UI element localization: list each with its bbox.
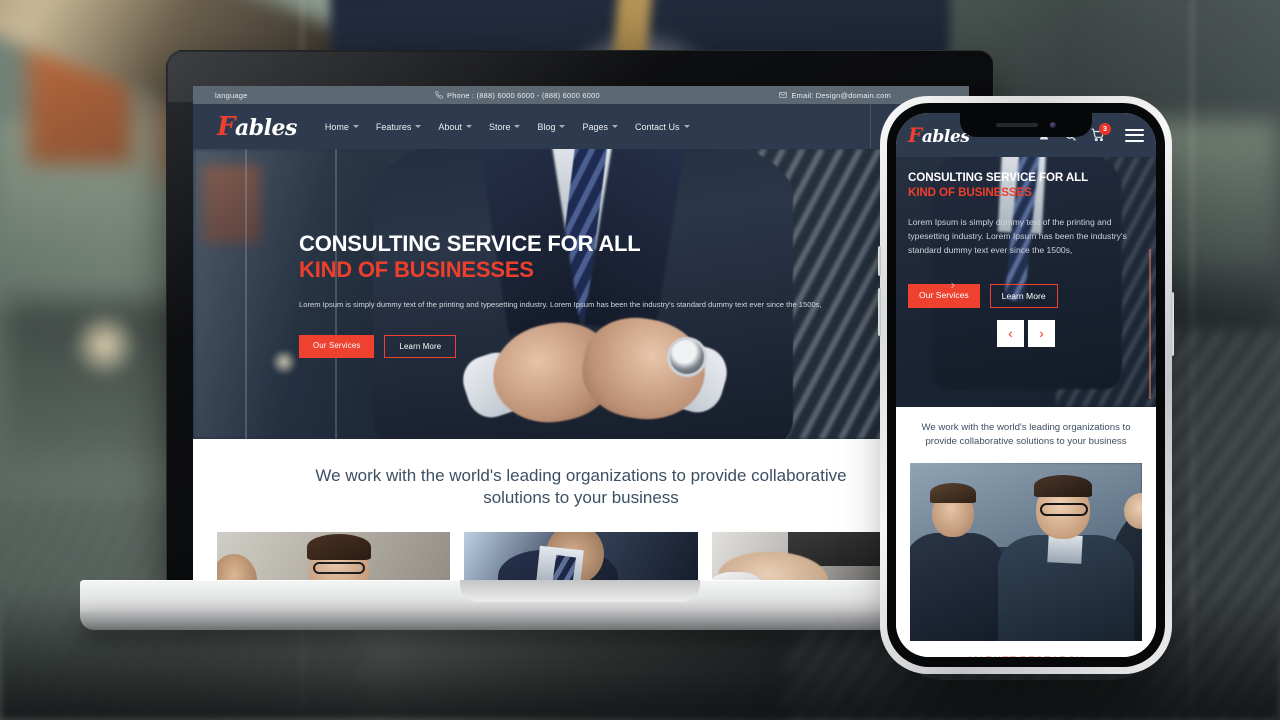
- site-logo[interactable]: Fables: [217, 112, 297, 142]
- mobile-feature-person2-glasses: [1040, 502, 1088, 516]
- our-services-button[interactable]: Our Services: [299, 335, 375, 359]
- laptop-mockup: language Phone : (888) 6000 6000 - (888)…: [80, 50, 1080, 630]
- mobile-carousel-controls: ‹ ›: [908, 319, 1144, 347]
- phone-front-camera-icon: [1050, 122, 1056, 128]
- hero-slider: CONSULTING SERVICE FOR ALL KIND OF BUSIN…: [193, 149, 969, 439]
- chevron-down-icon: [465, 125, 472, 128]
- phone-screen: Fables 3 CONSULTING SERVICE FOR ALL KIND…: [896, 113, 1156, 657]
- phone-speaker-icon: [996, 123, 1038, 127]
- mobile-logo-initial: F: [908, 123, 922, 147]
- desktop-navbar: Fables Home Features About Store Blog Pa…: [193, 104, 969, 149]
- phone-icon: [435, 91, 443, 99]
- phone-mute-switch[interactable]: [878, 246, 881, 276]
- language-selector[interactable]: language: [215, 91, 435, 100]
- mobile-hero-paragraph: Lorem Ipsum is simply dummy text of the …: [908, 217, 1127, 255]
- mobile-feature-image[interactable]: [910, 462, 1142, 641]
- nav-item-contact-us[interactable]: Contact Us: [635, 122, 690, 132]
- mobile-feature-person2-hair: [1034, 474, 1092, 497]
- main-menu: Home Features About Store Blog Pages Con…: [325, 122, 690, 132]
- mobile-cart-badge: 3: [1099, 123, 1111, 135]
- mobile-feature-person1-hair: [930, 482, 976, 503]
- topbar-email-text: Email: Design@domain.com: [791, 90, 891, 100]
- nav-label: Blog: [537, 121, 556, 132]
- mobile-feature-caption: MARKET RESEARCH: [910, 641, 1142, 657]
- hamburger-menu-icon[interactable]: [1125, 128, 1144, 142]
- chevron-down-icon: [612, 125, 618, 128]
- hero-buttons: Our Services Learn More: [299, 335, 859, 359]
- nav-label: Store: [488, 121, 511, 132]
- chevron-down-icon: [352, 125, 359, 128]
- mobile-our-services-button[interactable]: Our Services: [908, 283, 980, 308]
- chevron-down-icon: [514, 125, 521, 128]
- mobile-hero-title-line2: KIND OF BUSINESSES: [908, 186, 1032, 199]
- topbar-phone-text: Phone : (888) 6000 6000 - (888) 6000 600…: [447, 90, 600, 100]
- hero-next-arrow[interactable]: ›: [951, 277, 955, 292]
- learn-more-button[interactable]: Learn More: [384, 335, 457, 359]
- carousel-prev-button[interactable]: ‹: [997, 319, 1024, 347]
- nav-label: About: [438, 121, 462, 132]
- carousel-next-button[interactable]: ›: [1028, 319, 1055, 347]
- nav-item-about[interactable]: About: [438, 122, 472, 132]
- mobile-hero-title-line1: CONSULTING SERVICE FOR ALL: [908, 171, 1089, 184]
- mobile-hero-buttons: Our Services Learn More: [908, 283, 1144, 308]
- topbar-phone[interactable]: Phone : (888) 6000 6000 - (888) 6000 600…: [435, 91, 600, 100]
- phone-notch: [960, 113, 1092, 137]
- nav-label: Home: [324, 121, 349, 132]
- laptop-lid: language Phone : (888) 6000 6000 - (888)…: [166, 50, 994, 614]
- hero-title-line1: CONSULTING SERVICE FOR ALL: [299, 231, 641, 256]
- mobile-cart-button[interactable]: 3: [1091, 123, 1111, 142]
- laptop-screen: language Phone : (888) 6000 6000 - (888)…: [193, 86, 969, 614]
- chevron-down-icon: [559, 125, 566, 128]
- nav-item-home[interactable]: Home: [325, 122, 359, 132]
- mobile-intro-title: We work with the world's leading organiz…: [921, 422, 1131, 447]
- intro-section: We work with the world's leading organiz…: [193, 439, 969, 602]
- card-person-hair: [307, 533, 371, 560]
- nav-label: Contact Us: [635, 121, 680, 132]
- card-person-glasses: [313, 561, 365, 574]
- hero-title-line2: KIND OF BUSINESSES: [299, 256, 534, 282]
- nav-item-blog[interactable]: Blog: [537, 121, 566, 132]
- mobile-learn-more-button[interactable]: Learn More: [989, 283, 1058, 308]
- mobile-intro-section: We work with the world's leading organiz…: [896, 407, 1156, 657]
- nav-item-features[interactable]: Features: [376, 122, 422, 132]
- topbar-email[interactable]: Email: Design@domain.com: [779, 91, 891, 100]
- laptop-base-notch: [460, 580, 700, 602]
- nav-label: Pages: [582, 121, 608, 132]
- mobile-scroll-indicator[interactable]: [1149, 249, 1151, 399]
- phone-mockup: Fables 3 CONSULTING SERVICE FOR ALL KIND…: [878, 96, 1174, 674]
- desktop-topbar: language Phone : (888) 6000 6000 - (888)…: [193, 86, 969, 104]
- phone-frame: Fables 3 CONSULTING SERVICE FOR ALL KIND…: [878, 96, 1174, 674]
- phone-power-button[interactable]: [1171, 292, 1174, 356]
- phone-bezel: Fables 3 CONSULTING SERVICE FOR ALL KIND…: [887, 103, 1165, 667]
- nav-item-store[interactable]: Store: [489, 122, 521, 132]
- nav-item-pages[interactable]: Pages: [582, 122, 618, 132]
- hero-mullion-1: [245, 149, 247, 439]
- logo-initial: F: [217, 111, 235, 142]
- hero-light-glow: [271, 349, 297, 375]
- hero-paragraph: Lorem Ipsum is simply dummy text of the …: [299, 299, 822, 309]
- logo-rest: ables: [234, 114, 297, 141]
- mobile-feature-person1-body: [910, 532, 1006, 641]
- background-light-glow: [70, 310, 140, 380]
- desktop-website: language Phone : (888) 6000 6000 - (888)…: [193, 86, 969, 602]
- mobile-hero-slider: CONSULTING SERVICE FOR ALL KIND OF BUSIN…: [896, 157, 1156, 407]
- chevron-down-icon: [683, 125, 690, 128]
- chevron-down-icon: [415, 125, 422, 128]
- hero-orange-panel: [203, 165, 261, 243]
- hero-content: CONSULTING SERVICE FOR ALL KIND OF BUSIN…: [299, 231, 859, 359]
- intro-title: We work with the world's leading organiz…: [315, 466, 847, 508]
- nav-label: Features: [375, 121, 412, 132]
- phone-volume-buttons[interactable]: [878, 288, 881, 336]
- envelope-icon: [779, 92, 788, 98]
